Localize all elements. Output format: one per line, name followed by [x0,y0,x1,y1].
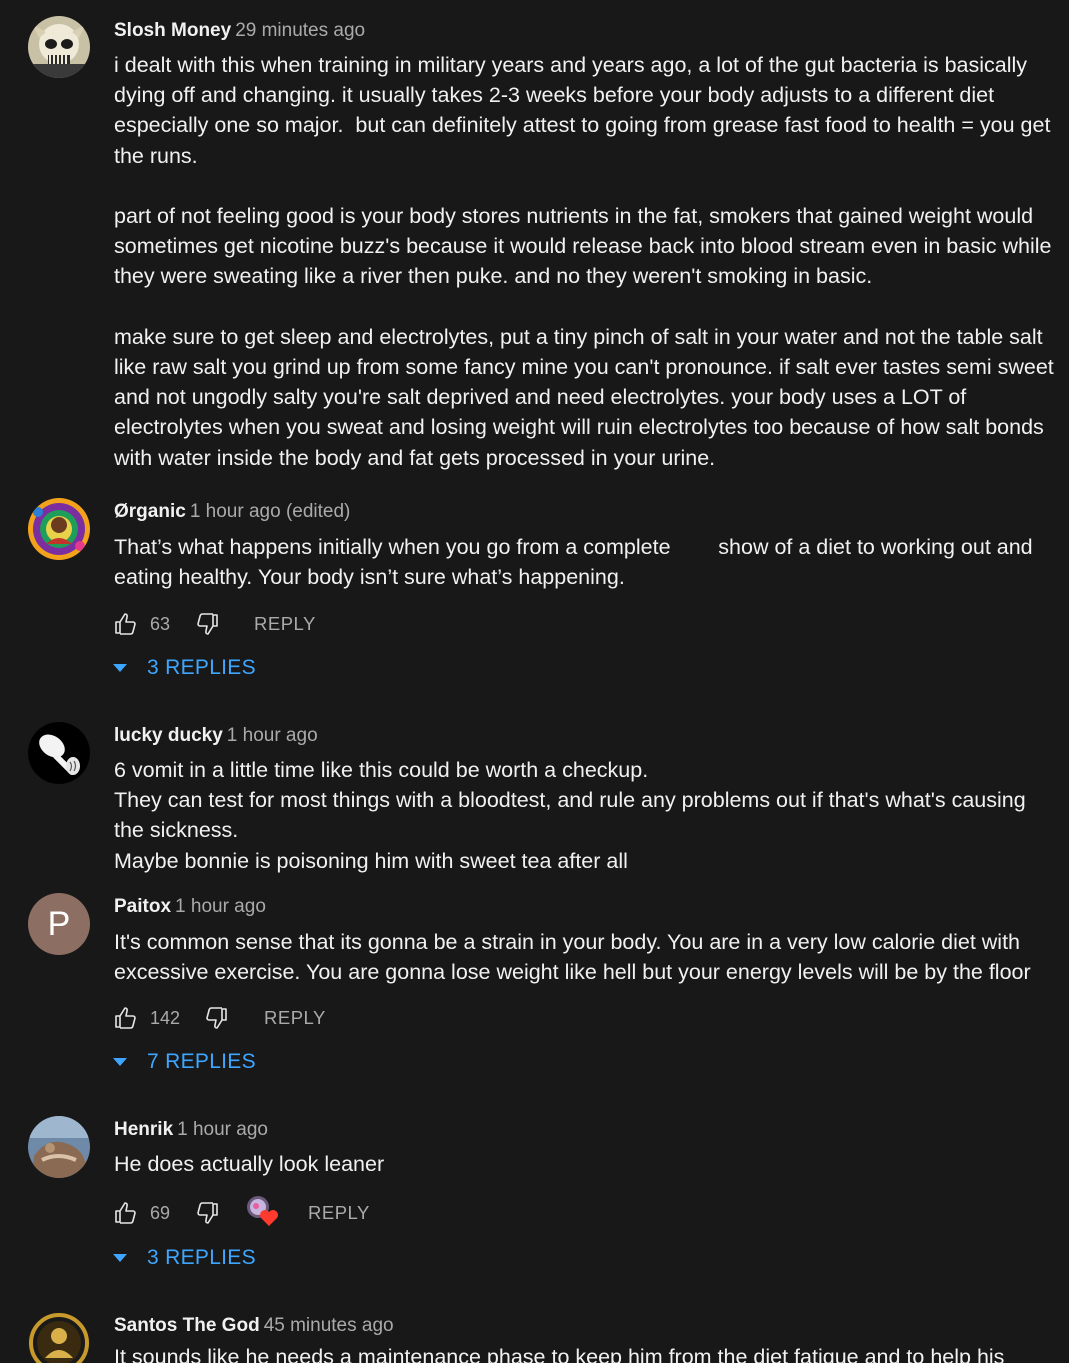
comment-header: Paitox 1 hour ago [114,896,266,918]
comment-time[interactable]: 45 minutes ago [264,1315,394,1336]
like-count: 69 [150,1202,171,1223]
reply-button[interactable]: REPLY [308,1199,370,1227]
like-button[interactable]: 69 [114,1199,170,1227]
view-replies-button[interactable]: 3 REPLIES [112,654,256,682]
author-name[interactable]: Slosh Money [114,20,231,41]
caret-down-icon [113,1058,127,1066]
reply-button[interactable]: REPLY [264,1004,326,1032]
like-count: 63 [150,613,171,634]
creator-heart-icon [245,1196,279,1226]
replies-label: 3 REPLIES [147,1246,256,1269]
comment-text: i dealt with this when training in milit… [114,53,1054,470]
author-name[interactable]: lucky ducky [114,725,223,746]
photo-avatar-icon[interactable] [28,1116,90,1178]
thumbs-down-icon [195,612,219,636]
thumbs-up-icon [114,1006,138,1030]
like-button[interactable]: 63 [114,610,170,638]
author-name[interactable]: Ørganic [114,501,186,522]
view-replies-button[interactable]: 3 REPLIES [112,1244,256,1272]
comment-time[interactable]: 1 hour ago (edited) [190,501,351,522]
comment-header: Santos The God 45 minutes ago [114,1315,394,1337]
thumbs-up-icon [114,1201,138,1225]
comment-header: Ørganic 1 hour ago (edited) [114,501,350,523]
like-button[interactable]: 142 [114,1004,180,1032]
comments-section: Slosh Money 29 minutes ago i dealt with t… [0,0,1069,1363]
like-count: 142 [150,1007,181,1028]
comment-text: He does actually look leaner [114,1152,385,1176]
thumbs-down-icon [195,1201,219,1225]
emblem-avatar-icon[interactable] [28,1312,90,1363]
comment-time[interactable]: 1 hour ago [227,725,318,746]
reply-button[interactable]: REPLY [254,610,316,638]
view-replies-button[interactable]: 7 REPLIES [112,1048,256,1076]
caret-down-icon [113,1254,127,1262]
comment-header: lucky ducky 1 hour ago [114,725,318,747]
comment-text: It sounds like he needs a maintenance ph… [114,1345,1005,1363]
caret-down-icon [113,664,127,672]
thumbs-up-icon [114,612,138,636]
comment-text: 6 vomit in a little time like this could… [114,758,1026,873]
comment-time[interactable]: 29 minutes ago [235,20,365,41]
spoon-avatar-icon[interactable] [28,722,90,784]
comment-text: That’s what happens initially when you g… [114,535,1039,590]
author-name[interactable]: Paitox [114,896,171,917]
thumbs-down-icon [204,1006,228,1030]
comment-time[interactable]: 1 hour ago [175,896,266,917]
comment-header: Henrik 1 hour ago [114,1119,268,1141]
comment-time[interactable]: 1 hour ago [177,1119,268,1140]
psychedelic-avatar-icon[interactable] [28,498,90,560]
author-name[interactable]: Henrik [114,1119,173,1140]
letter-avatar[interactable]: P [28,893,90,955]
replies-label: 7 REPLIES [147,1050,256,1073]
dislike-button[interactable] [195,1199,219,1227]
dislike-button[interactable] [204,1004,228,1032]
author-name[interactable]: Santos The God [114,1315,260,1336]
skull-avatar-icon[interactable] [28,16,90,78]
replies-label: 3 REPLIES [147,656,256,679]
comment-header: Slosh Money 29 minutes ago [114,20,365,42]
comment-text: It's common sense that its gonna be a st… [114,930,1031,985]
dislike-button[interactable] [195,610,219,638]
